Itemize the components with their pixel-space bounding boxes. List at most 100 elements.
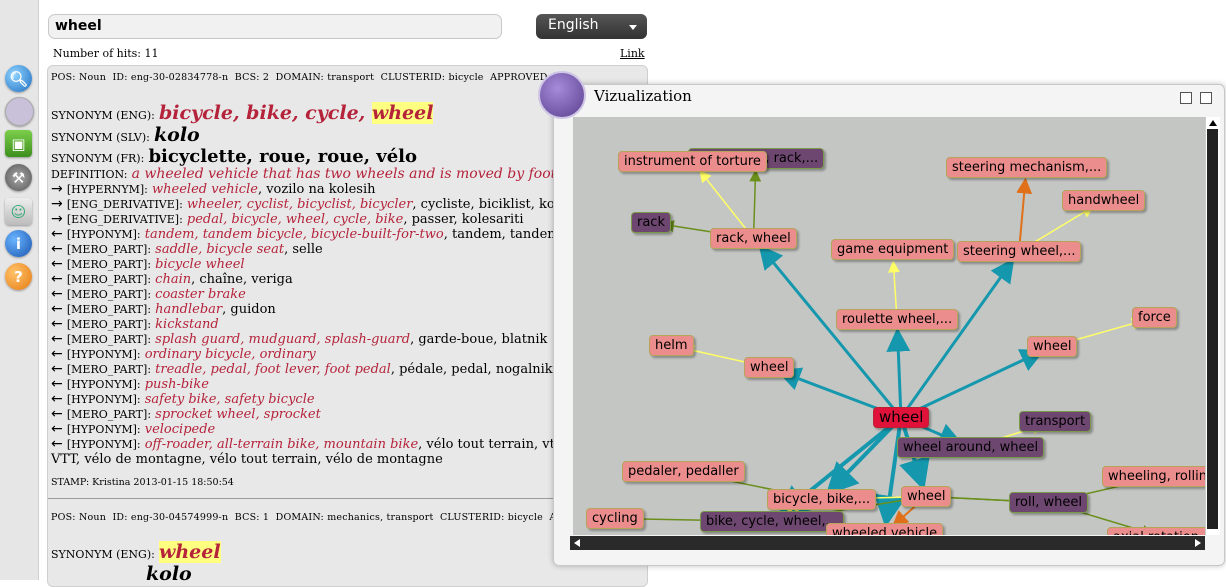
relation-link[interactable]: velocipede [145, 422, 216, 437]
relation-arrow: ← [51, 406, 63, 422]
relation-tag: [ENG_DERIVATIVE]: [66, 198, 183, 211]
relation-link[interactable]: sprocket wheel, sprocket [155, 407, 321, 422]
horizontal-scrollbar[interactable] [570, 536, 1205, 550]
relation-arrow: ← [51, 421, 63, 437]
permalink[interactable]: Link [620, 47, 645, 60]
minimize-icon[interactable] [1180, 92, 1192, 104]
graph-node[interactable]: handwheel [1062, 190, 1146, 211]
relation-rest: , tandem, tandem [443, 227, 560, 242]
graph-node[interactable]: rack [631, 212, 671, 233]
relation-link[interactable]: splash guard, mudguard, splash-guard [155, 332, 410, 347]
synonym-slv: kolo [146, 563, 192, 585]
relation-tag: [MERO_PART]: [66, 318, 152, 331]
relation-tag: [MERO_PART]: [66, 243, 152, 256]
hit-count: Number of hits: 11 [53, 47, 159, 60]
graph-node[interactable]: helm [649, 335, 694, 356]
graph-node[interactable]: wheel [901, 486, 952, 507]
relation-arrow: ← [51, 301, 63, 317]
graph-node[interactable]: pedaler, pedaller [622, 461, 745, 482]
graph-node[interactable]: wheel [744, 357, 795, 378]
relation-rest: , passer, kolesariti [403, 212, 524, 227]
users-icon[interactable]: ☺ [5, 198, 32, 225]
relation-arrow: ← [51, 256, 63, 272]
relation-tag: [HYPONYM]: [66, 348, 141, 361]
relation-arrow: ← [51, 391, 63, 407]
graph-node[interactable]: steering wheel,... [957, 241, 1082, 262]
relation-arrow: → [51, 181, 63, 197]
graph-node[interactable]: instrument of torture [618, 151, 767, 172]
relation-rest: , garde-boue, blatnik [410, 332, 548, 347]
network-icon[interactable] [5, 97, 34, 126]
visualization-title: Vizualization [594, 87, 692, 105]
help-icon[interactable]: ? [5, 263, 32, 290]
relation-tag: [HYPERNYM]: [66, 183, 148, 196]
relation-arrow: ← [51, 361, 63, 377]
relation-link[interactable]: handlebar [155, 302, 222, 317]
graph-node[interactable]: steering mechanism,... [946, 157, 1108, 178]
graph-node[interactable]: transport [1019, 411, 1092, 432]
relation-arrow: → [51, 211, 63, 227]
relation-arrow: ← [51, 226, 63, 242]
relation-link[interactable]: coaster brake [155, 287, 246, 302]
info-icon[interactable]: i [5, 230, 32, 257]
graph-node[interactable]: wheel [1027, 336, 1078, 357]
relation-link[interactable]: chain [155, 272, 191, 287]
relation-tag: [MERO_PART]: [66, 408, 152, 421]
vertical-scrollbar[interactable] [1205, 117, 1220, 535]
relation-arrow: ← [51, 331, 63, 347]
relation-link[interactable]: safety bike, safety bicycle [145, 392, 315, 407]
relation-link[interactable]: wheeler, cyclist, bicyclist, bicycler [187, 197, 412, 212]
network-icon [538, 71, 586, 119]
relation-tag: [MERO_PART]: [66, 288, 152, 301]
maximize-icon[interactable] [1200, 92, 1212, 104]
language-select[interactable]: English [536, 14, 647, 39]
relation-arrow: ← [51, 271, 63, 287]
graph-node[interactable]: roulette wheel,... [836, 309, 959, 330]
relation-link[interactable]: ordinary bicycle, ordinary [145, 347, 316, 362]
relation-link[interactable]: pedal, bicycle, wheel, cycle, bike [187, 212, 403, 227]
relation-link[interactable]: treadle, pedal, foot lever, foot pedal [155, 362, 391, 377]
relation-rest: , chaîne, veriga [191, 272, 293, 287]
graph-node[interactable]: wheeled vehicle [826, 523, 944, 535]
relation-rest: , pédale, pedal, nogalnik [390, 362, 553, 377]
search-input[interactable]: wheel [48, 14, 502, 39]
language-selected: English [548, 17, 599, 33]
relation-link[interactable]: saddle, bicycle seat [155, 242, 284, 257]
relation-tag: [MERO_PART]: [66, 258, 152, 271]
chevron-down-icon [629, 25, 637, 30]
relation-link[interactable]: wheeled vehicle [152, 182, 258, 197]
graph-node[interactable]: wheel around, wheel [897, 437, 1045, 458]
graph-node[interactable]: wheel [873, 407, 930, 428]
relation-link[interactable]: kickstand [155, 317, 219, 332]
graph-node[interactable]: bike, cycle, wheel,... [700, 511, 845, 532]
graph-node[interactable]: roll, wheel [1009, 492, 1088, 513]
relation-tag: [HYPONYM]: [66, 228, 141, 241]
relation-tag: [HYPONYM]: [66, 438, 141, 451]
search-icon[interactable]: 🔍︎ [5, 65, 32, 92]
relation-link[interactable]: off-roader, all-terrain bike, mountain b… [145, 437, 418, 452]
relation-arrow: → [51, 196, 63, 212]
sidebar: 🔍︎ ▣ ⚒ ☺ i ? [0, 0, 39, 580]
graph-node[interactable]: wheeling, rolling [1102, 466, 1205, 487]
graph-node[interactable]: axial rotation,... [1107, 527, 1205, 535]
relation-arrow: ← [51, 376, 63, 392]
relation-tag: [ENG_DERIVATIVE]: [66, 213, 183, 226]
relation-arrow: ← [51, 316, 63, 332]
graph-node[interactable]: force [1132, 307, 1177, 328]
graph-canvas[interactable]: wheelinstrument of tortureinstrument, ra… [573, 117, 1205, 535]
relation-tag: [HYPONYM]: [66, 378, 141, 391]
relation-tag: [MERO_PART]: [66, 363, 152, 376]
relation-link[interactable]: push-bike [145, 377, 209, 392]
graph-node[interactable]: rack, wheel [710, 228, 797, 249]
graph-node[interactable]: bicycle, bike,... [767, 489, 877, 510]
relation-rest: , guidon [222, 302, 276, 317]
wrench-icon[interactable]: ⚒ [5, 164, 32, 191]
graph-edge [899, 258, 1015, 419]
graph-node[interactable]: game equipment [831, 239, 955, 260]
image-icon[interactable]: ▣ [5, 130, 32, 157]
relation-arrow: ← [51, 346, 63, 362]
graph-node[interactable]: cycling [586, 508, 644, 529]
relation-arrow: ← [51, 286, 63, 302]
relation-link[interactable]: bicycle wheel [155, 257, 244, 272]
relation-link[interactable]: tandem, tandem bicycle, bicycle-built-fo… [145, 227, 444, 242]
